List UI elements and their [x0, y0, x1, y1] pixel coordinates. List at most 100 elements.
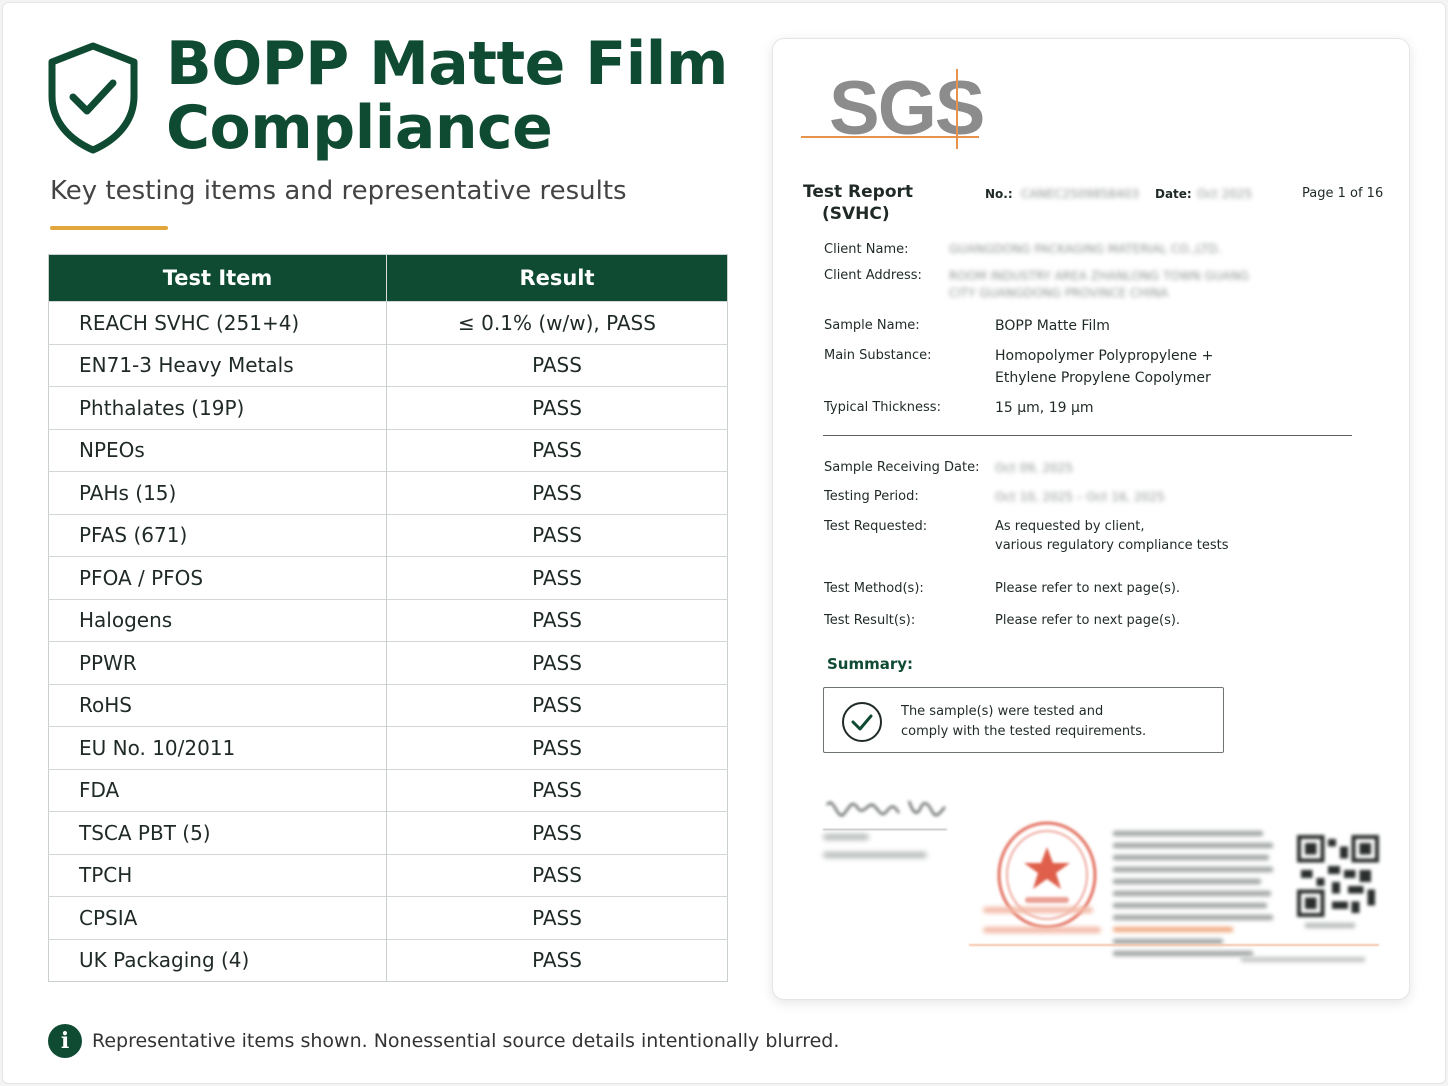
blurred-line: [983, 927, 1101, 933]
page-title-line-2: Compliance: [166, 93, 553, 163]
test-item-cell: PPWR: [48, 641, 387, 684]
blurred-line: [1113, 915, 1273, 920]
result-cell: PASS: [386, 641, 728, 684]
result-cell: ≤ 0.1% (w/w), PASS: [386, 301, 728, 344]
summary-line-1: The sample(s) were tested and: [901, 704, 1104, 719]
table-row: CPSIA PASS: [48, 896, 728, 939]
test-methods-value: Please refer to next page(s).: [995, 581, 1181, 596]
qr-code: [1297, 835, 1379, 917]
client-name-label: Client Name:: [824, 242, 909, 257]
table-row: PFOA / PFOS PASS: [48, 556, 728, 599]
footer-orange-rule: [969, 944, 1379, 946]
test-item-cell: REACH SVHC (251+4): [48, 301, 387, 344]
test-item-cell: Phthalates (19P): [48, 386, 387, 429]
result-cell: PASS: [386, 938, 728, 982]
footnote-text: Representative items shown. Nonessential…: [92, 1030, 840, 1052]
main-substance-line-1: Homopolymer Polypropylene +: [995, 348, 1214, 364]
report-divider: [823, 435, 1352, 436]
report-date-blurred: Oct 2025: [1197, 187, 1253, 201]
test-report-card: SGS Test Report (SVHC) No.: CANEC2509858…: [772, 38, 1410, 1000]
qr-caption-blurred: [1305, 923, 1355, 928]
report-no-blurred: CANEC2509858403: [1021, 187, 1139, 201]
page-title-line-1: BOPP Matte Film: [166, 29, 728, 99]
test-results-label: Test Result(s):: [824, 613, 916, 628]
sample-name-label: Sample Name:: [824, 318, 920, 333]
report-no-label: No.:: [985, 187, 1013, 201]
result-cell: PASS: [386, 811, 728, 854]
summary-text: The sample(s) were tested and comply wit…: [901, 702, 1146, 742]
table-row: RoHS PASS: [48, 683, 728, 727]
testing-period-label: Testing Period:: [824, 489, 919, 504]
table-row: PPWR PASS: [48, 641, 728, 684]
table-row: FDA PASS: [48, 768, 728, 812]
client-address-blurred-1: ROOM INDUSTRY AREA ZHANLONG TOWN GUANG: [949, 269, 1249, 283]
table-row: EU No. 10/2011 PASS: [48, 726, 728, 769]
test-item-cell: TSCA PBT (5): [48, 811, 387, 854]
test-item-cell: RoHS: [48, 683, 387, 727]
sgs-logo-vertical-line: [956, 69, 958, 149]
result-cell: PASS: [386, 556, 728, 599]
thickness-value: 15 µm, 19 µm: [995, 400, 1094, 416]
thickness-label: Typical Thickness:: [824, 400, 941, 415]
test-item-cell: EN71-3 Heavy Metals: [48, 343, 387, 387]
report-title-line-2: (SVHC): [822, 204, 890, 224]
result-cell: PASS: [386, 513, 728, 557]
result-cell: PASS: [386, 896, 728, 939]
info-icon: i: [48, 1024, 82, 1058]
blurred-line: [1113, 879, 1261, 884]
stamp-caption-blurred: [983, 907, 1103, 947]
table-row: UK Packaging (4) PASS: [48, 938, 728, 982]
signature-line: [823, 829, 947, 830]
blurred-line: [1113, 891, 1271, 896]
blurred-line: [1113, 867, 1273, 872]
test-requested-label: Test Requested:: [824, 519, 928, 534]
receiving-date-label: Sample Receiving Date:: [824, 460, 980, 475]
main-substance-label: Main Substance:: [824, 348, 932, 363]
table-row: TPCH PASS: [48, 853, 728, 897]
check-circle-icon: [842, 702, 882, 742]
table-header-row: Test Item Result: [48, 254, 728, 302]
blurred-line: [1113, 855, 1269, 860]
report-title-line-1: Test Report: [803, 182, 914, 202]
test-item-cell: TPCH: [48, 853, 387, 897]
test-item-cell: PFOA / PFOS: [48, 556, 387, 599]
table-row: REACH SVHC (251+4) ≤ 0.1% (w/w), PASS: [48, 301, 728, 344]
result-cell: PASS: [386, 768, 728, 812]
result-cell: PASS: [386, 598, 728, 642]
blurred-line: [1113, 927, 1233, 932]
test-item-cell: FDA: [48, 768, 387, 812]
blurred-line: [983, 907, 1093, 913]
test-methods-label: Test Method(s):: [824, 581, 924, 596]
summary-line-2: comply with the tested requirements.: [901, 724, 1147, 739]
result-cell: PASS: [386, 726, 728, 769]
table-row: NPEOs PASS: [48, 428, 728, 472]
summary-label: Summary:: [827, 655, 914, 673]
test-item-cell: NPEOs: [48, 428, 387, 472]
sample-name-value: BOPP Matte Film: [995, 318, 1110, 334]
blurred-line: [823, 834, 869, 840]
test-item-cell: EU No. 10/2011: [48, 726, 387, 769]
receiving-date-blurred: Oct 09, 2025: [995, 461, 1073, 475]
check-mark-icon: [851, 714, 873, 731]
test-results-value: Please refer to next page(s).: [995, 613, 1181, 628]
table-row: Phthalates (19P) PASS: [48, 386, 728, 429]
client-address-label: Client Address:: [824, 268, 922, 283]
test-item-cell: PFAS (671): [48, 513, 387, 557]
test-item-cell: UK Packaging (4): [48, 938, 387, 982]
test-item-cell: Halogens: [48, 598, 387, 642]
table-row: TSCA PBT (5) PASS: [48, 811, 728, 854]
result-cell: PASS: [386, 471, 728, 514]
page-subtitle: Key testing items and representative res…: [50, 176, 627, 206]
report-page-number: Page 1 of 16: [1302, 186, 1384, 201]
sgs-logo: SGS: [801, 69, 985, 153]
report-date-label: Date:: [1155, 187, 1192, 201]
result-cell: PASS: [386, 683, 728, 727]
sgs-logo-horizontal-line: [801, 136, 979, 138]
footer-text-blurred: [1241, 957, 1365, 962]
column-header-test-item: Test Item: [48, 254, 387, 302]
shield-check-icon: [48, 42, 138, 154]
table-row: PFAS (671) PASS: [48, 513, 728, 557]
page-title: BOPP Matte Film Compliance: [166, 32, 728, 160]
main-substance-line-2: Ethylene Propylene Copolymer: [995, 370, 1211, 386]
blurred-line: [1113, 843, 1273, 848]
